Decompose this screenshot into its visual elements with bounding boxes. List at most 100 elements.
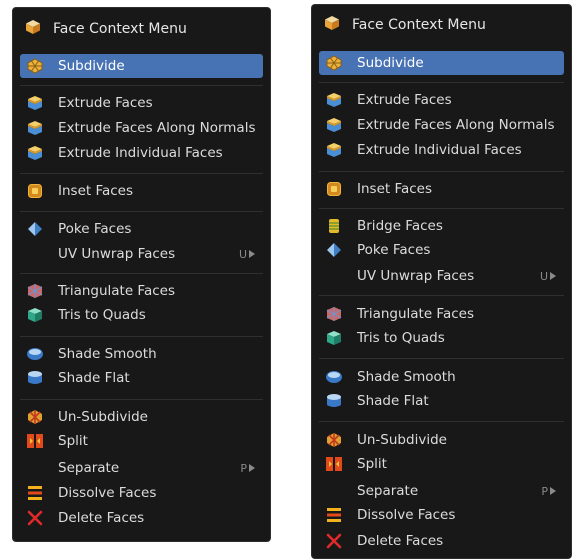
- menu-item-label: Extrude Faces: [357, 92, 452, 108]
- shade-smooth-icon: [26, 345, 44, 363]
- menu-item-extrude-faces[interactable]: Extrude Faces: [20, 91, 263, 115]
- menu-item-label: Extrude Faces Along Normals: [58, 120, 256, 136]
- shortcut-key: U: [539, 269, 548, 283]
- menu-separator: [20, 211, 263, 212]
- menu-item-label: Poke Faces: [357, 242, 431, 258]
- dissolve-icon: [325, 506, 343, 524]
- menu-item-extrude-individual-faces[interactable]: Extrude Individual Faces: [319, 138, 564, 162]
- menu-item-dissolve-faces[interactable]: Dissolve Faces: [319, 503, 564, 527]
- menu-item-label: Subdivide: [58, 58, 125, 74]
- menu-item-delete-faces[interactable]: Delete Faces: [319, 529, 564, 553]
- menu-item-separate[interactable]: Separate P: [20, 456, 263, 480]
- menu-item-label: Un-Subdivide: [58, 409, 148, 425]
- menu-title-label: Face Context Menu: [352, 17, 486, 33]
- shortcut-key: P: [240, 461, 247, 475]
- menu-item-label: Un-Subdivide: [357, 432, 447, 448]
- menu-item-label: Tris to Quads: [357, 330, 445, 346]
- menu-separator: [20, 173, 263, 174]
- menu-item-split[interactable]: Split: [319, 452, 564, 476]
- menu-item-label: Shade Flat: [58, 370, 130, 386]
- menu-item-label: Subdivide: [357, 55, 424, 71]
- shortcut-hint: P: [240, 462, 255, 475]
- extrude-icon: [26, 94, 44, 112]
- shade-flat-icon: [26, 369, 44, 387]
- menu-item-poke-faces[interactable]: Poke Faces: [319, 238, 564, 262]
- menu-item-label: Shade Smooth: [357, 369, 456, 385]
- shortcut-hint: U: [239, 248, 255, 261]
- cube-icon: [324, 15, 340, 35]
- menu-item-shade-smooth[interactable]: Shade Smooth: [20, 342, 263, 366]
- delete-icon: [26, 509, 44, 527]
- menu-item-label: Extrude Individual Faces: [357, 142, 522, 158]
- menu-item-subdivide[interactable]: Subdivide: [20, 54, 263, 78]
- subdivide-icon: [26, 57, 44, 75]
- menu-title-label: Face Context Menu: [53, 21, 187, 37]
- menu-separator: [20, 85, 263, 86]
- menu-item-uv-unwrap-faces[interactable]: UV Unwrap Faces U: [319, 264, 564, 288]
- menu-item-un-subdivide[interactable]: Un-Subdivide: [319, 428, 564, 452]
- menu-item-label: Bridge Faces: [357, 218, 443, 234]
- menu-item-label: Separate: [58, 460, 120, 476]
- menu-item-extrude-faces-along-normals[interactable]: Extrude Faces Along Normals: [319, 113, 564, 137]
- menu-item-tris-to-quads[interactable]: Tris to Quads: [319, 326, 564, 350]
- menu-item-label: Delete Faces: [357, 533, 444, 549]
- un-subdivide-icon: [26, 408, 44, 426]
- menu-item-label: Tris to Quads: [58, 307, 146, 323]
- menu-item-un-subdivide[interactable]: Un-Subdivide: [20, 405, 263, 429]
- menu-item-label: Dissolve Faces: [58, 485, 157, 501]
- menu-item-label: Dissolve Faces: [357, 507, 456, 523]
- shortcut-key: P: [541, 484, 548, 498]
- menu-item-bridge-faces[interactable]: Bridge Faces: [319, 214, 564, 238]
- menu-item-extrude-individual-faces[interactable]: Extrude Individual Faces: [20, 141, 263, 165]
- dissolve-icon: [26, 484, 44, 502]
- submenu-arrow-icon: [550, 487, 556, 495]
- extrude-icon: [325, 116, 343, 134]
- menu-item-dissolve-faces[interactable]: Dissolve Faces: [20, 481, 263, 505]
- shortcut-hint: P: [541, 485, 556, 498]
- menu-item-inset-faces[interactable]: Inset Faces: [319, 177, 564, 201]
- shade-smooth-icon: [325, 368, 343, 386]
- menu-title: Face Context Menu: [324, 12, 486, 38]
- submenu-arrow-icon: [249, 464, 255, 472]
- menu-item-label: Extrude Faces: [58, 95, 153, 111]
- split-icon: [26, 432, 44, 450]
- menu-item-label: Triangulate Faces: [357, 306, 474, 322]
- menu-item-subdivide[interactable]: Subdivide: [319, 51, 564, 75]
- menu-item-extrude-faces-along-normals[interactable]: Extrude Faces Along Normals: [20, 116, 263, 140]
- tris-to-quads-icon: [26, 306, 44, 324]
- menu-item-separate[interactable]: Separate P: [319, 479, 564, 503]
- menu-item-shade-flat[interactable]: Shade Flat: [20, 366, 263, 390]
- menu-item-split[interactable]: Split: [20, 429, 263, 453]
- menu-item-uv-unwrap-faces[interactable]: UV Unwrap Faces U: [20, 242, 263, 266]
- menu-item-label: Poke Faces: [58, 221, 132, 237]
- menu-item-triangulate-faces[interactable]: Triangulate Faces: [20, 279, 263, 303]
- split-icon: [325, 455, 343, 473]
- delete-icon: [325, 532, 343, 550]
- menu-item-extrude-faces[interactable]: Extrude Faces: [319, 88, 564, 112]
- shade-flat-icon: [325, 392, 343, 410]
- menu-item-label: Triangulate Faces: [58, 283, 175, 299]
- cube-icon: [25, 19, 41, 39]
- menu-separator: [20, 399, 263, 400]
- menu-item-label: Inset Faces: [357, 181, 433, 197]
- submenu-arrow-icon: [249, 250, 255, 258]
- menu-item-tris-to-quads[interactable]: Tris to Quads: [20, 303, 263, 327]
- extrude-icon: [26, 119, 44, 137]
- menu-item-poke-faces[interactable]: Poke Faces: [20, 217, 263, 241]
- menu-separator: [319, 358, 564, 359]
- menu-item-triangulate-faces[interactable]: Triangulate Faces: [319, 302, 564, 326]
- triangulate-icon: [26, 282, 44, 300]
- menu-item-inset-faces[interactable]: Inset Faces: [20, 179, 263, 203]
- menu-item-label: Split: [58, 433, 88, 449]
- subdivide-icon: [325, 54, 343, 72]
- shortcut-hint: U: [540, 270, 556, 283]
- menu-item-delete-faces[interactable]: Delete Faces: [20, 506, 263, 530]
- menu-item-label: Extrude Individual Faces: [58, 145, 223, 161]
- menu-item-shade-smooth[interactable]: Shade Smooth: [319, 365, 564, 389]
- un-subdivide-icon: [325, 431, 343, 449]
- menu-item-shade-flat[interactable]: Shade Flat: [319, 389, 564, 413]
- menu-item-label: Delete Faces: [58, 510, 145, 526]
- menu-item-label: Separate: [357, 483, 419, 499]
- bridge-icon: [325, 217, 343, 235]
- poke-icon: [325, 241, 343, 259]
